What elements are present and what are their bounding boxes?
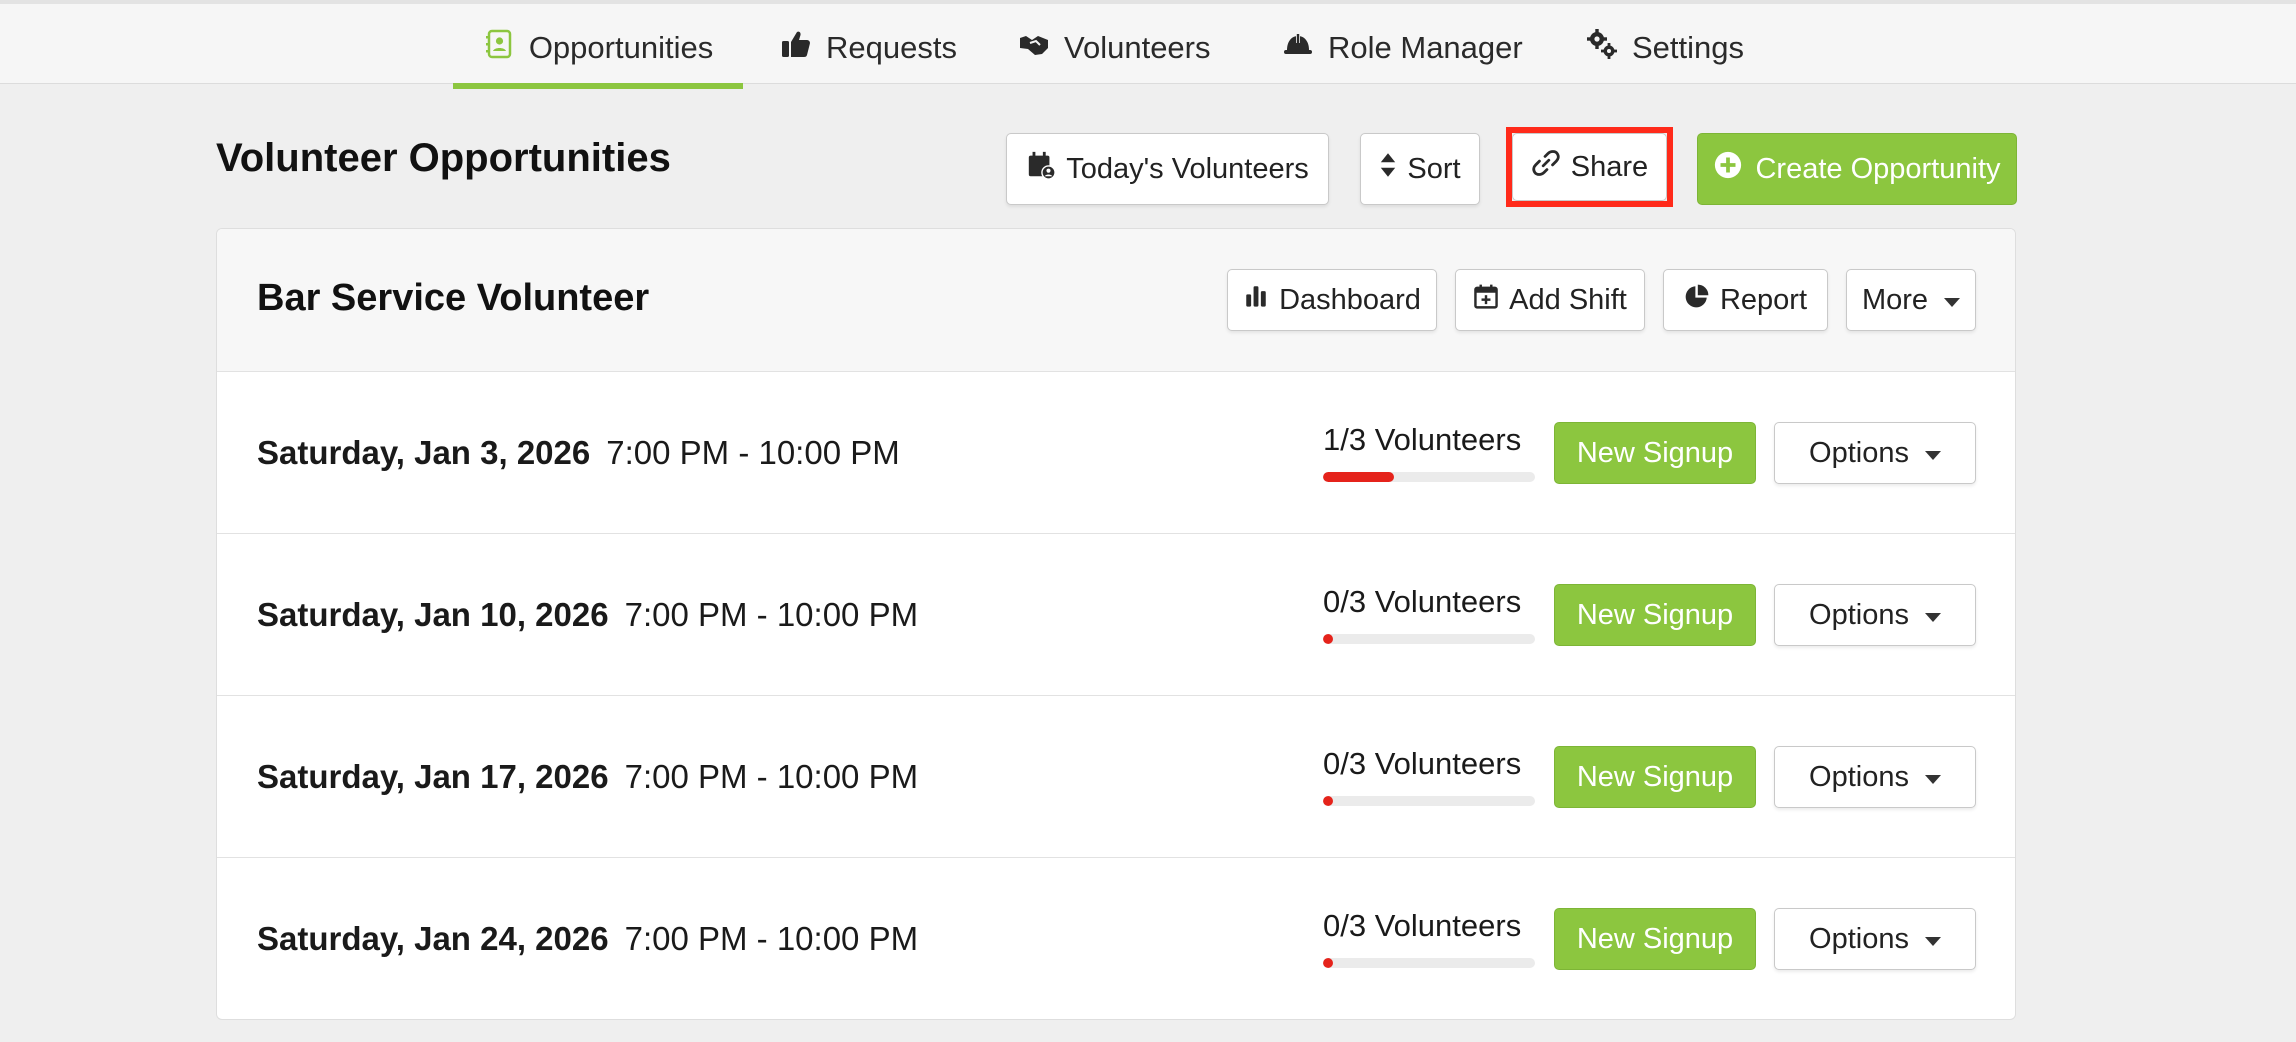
- volunteer-count: 1/3 Volunteers: [1323, 422, 1522, 457]
- shift-time: 7:00 PM - 10:00 PM: [606, 434, 900, 471]
- volunteer-progress-fill: [1323, 472, 1394, 482]
- volunteer-progress-bar: [1323, 796, 1535, 806]
- new-signup-button[interactable]: New Signup: [1554, 746, 1756, 808]
- shift-time: 7:00 PM - 10:00 PM: [624, 758, 919, 795]
- bar-chart-icon: [1243, 283, 1269, 317]
- tab-volunteers-label: Volunteers: [1064, 30, 1211, 65]
- caret-down-icon: [1924, 774, 1941, 784]
- shift-time: 7:00 PM - 10:00 PM: [624, 920, 919, 957]
- more-label: More: [1861, 283, 1929, 316]
- add-shift-button[interactable]: Add Shift: [1455, 269, 1645, 331]
- opportunity-card-header: Bar Service Volunteer Dashboard Add Shif…: [217, 229, 2015, 372]
- new-signup-button[interactable]: New Signup: [1554, 422, 1756, 484]
- options-button[interactable]: Options: [1774, 908, 1976, 970]
- opportunity-title: Bar Service Volunteer: [257, 277, 650, 319]
- shift-datetime: Saturday, Jan 24, 2026 7:00 PM - 10:00 P…: [257, 858, 919, 1019]
- sort-label: Sort: [1407, 152, 1461, 185]
- calendar-user-icon: [1026, 150, 1056, 188]
- thumbs-up-icon: [780, 28, 812, 68]
- shift-date: Saturday, Jan 17, 2026: [257, 758, 609, 795]
- shift-row: Saturday, Jan 24, 2026 7:00 PM - 10:00 P…: [217, 858, 2015, 1019]
- handshake-icon: [1018, 28, 1050, 68]
- new-signup-button[interactable]: New Signup: [1554, 908, 1756, 970]
- tab-volunteers[interactable]: Volunteers: [986, 8, 1243, 88]
- options-button[interactable]: Options: [1774, 584, 1976, 646]
- calendar-plus-icon: [1473, 283, 1499, 317]
- add-shift-label: Add Shift: [1509, 283, 1627, 316]
- more-button[interactable]: More: [1846, 269, 1976, 331]
- options-label: Options: [1809, 922, 1909, 955]
- gears-icon: [1586, 28, 1618, 68]
- options-label: Options: [1809, 760, 1909, 793]
- plus-circle-icon: [1713, 150, 1743, 188]
- volunteer-count: 0/3 Volunteers: [1323, 746, 1522, 781]
- volunteer-progress-bar: [1323, 472, 1535, 482]
- pie-chart-icon: [1684, 283, 1710, 317]
- sort-icon: [1379, 150, 1397, 188]
- create-opportunity-button[interactable]: Create Opportunity: [1697, 133, 2017, 205]
- options-button[interactable]: Options: [1774, 422, 1976, 484]
- contact-book-icon: [483, 28, 515, 68]
- options-button[interactable]: Options: [1774, 746, 1976, 808]
- todays-volunteers-label: Today's Volunteers: [1066, 152, 1309, 185]
- volunteer-progress-bar: [1323, 634, 1535, 644]
- new-signup-button[interactable]: New Signup: [1554, 584, 1756, 646]
- volunteer-count: 0/3 Volunteers: [1323, 584, 1522, 619]
- shift-row: Saturday, Jan 17, 2026 7:00 PM - 10:00 P…: [217, 696, 2015, 858]
- new-signup-label: New Signup: [1576, 922, 1734, 955]
- shift-date: Saturday, Jan 3, 2026: [257, 434, 591, 471]
- caret-down-icon: [1924, 612, 1941, 622]
- top-nav: Opportunities Requests Volunteers Role M…: [0, 0, 2296, 89]
- tab-settings[interactable]: Settings: [1554, 8, 1776, 88]
- tab-role-manager[interactable]: Role Manager: [1250, 8, 1555, 88]
- shift-row: Saturday, Jan 10, 2026 7:00 PM - 10:00 P…: [217, 534, 2015, 696]
- caret-down-icon: [1924, 936, 1941, 946]
- opportunity-card: Bar Service Volunteer Dashboard Add Shif…: [216, 228, 2016, 1020]
- create-opportunity-label: Create Opportunity: [1755, 152, 2001, 185]
- tab-role-manager-label: Role Manager: [1328, 30, 1523, 65]
- report-button[interactable]: Report: [1663, 269, 1828, 331]
- dashboard-button[interactable]: Dashboard: [1227, 269, 1437, 331]
- volunteer-progress-fill: [1323, 634, 1333, 644]
- shift-date: Saturday, Jan 24, 2026: [257, 920, 609, 957]
- tab-opportunities[interactable]: Opportunities: [453, 8, 743, 89]
- shift-row: Saturday, Jan 3, 2026 7:00 PM - 10:00 PM…: [217, 372, 2015, 534]
- hard-hat-icon: [1282, 28, 1314, 68]
- volunteer-progress-bar: [1323, 958, 1535, 968]
- volunteer-progress-fill: [1323, 796, 1333, 806]
- shift-datetime: Saturday, Jan 3, 2026 7:00 PM - 10:00 PM: [257, 372, 900, 534]
- new-signup-label: New Signup: [1576, 598, 1734, 631]
- shift-time: 7:00 PM - 10:00 PM: [624, 596, 919, 633]
- shift-datetime: Saturday, Jan 17, 2026 7:00 PM - 10:00 P…: [257, 696, 918, 858]
- page-title: Volunteer Opportunities: [216, 136, 671, 180]
- dashboard-label: Dashboard: [1279, 283, 1421, 316]
- tab-requests-label: Requests: [826, 30, 957, 65]
- volunteer-progress-fill: [1323, 958, 1333, 968]
- caret-down-icon: [1924, 450, 1941, 460]
- options-label: Options: [1809, 598, 1909, 631]
- tab-settings-label: Settings: [1632, 30, 1745, 65]
- todays-volunteers-button[interactable]: Today's Volunteers: [1006, 133, 1329, 205]
- tab-opportunities-label: Opportunities: [528, 30, 714, 65]
- share-highlight-box: [1506, 127, 1673, 207]
- report-label: Report: [1719, 283, 1808, 316]
- caret-down-icon: [1944, 297, 1961, 307]
- tab-requests[interactable]: Requests: [748, 8, 989, 88]
- shift-date: Saturday, Jan 10, 2026: [257, 596, 609, 633]
- shift-datetime: Saturday, Jan 10, 2026 7:00 PM - 10:00 P…: [257, 534, 918, 696]
- new-signup-label: New Signup: [1576, 436, 1734, 469]
- options-label: Options: [1809, 436, 1909, 469]
- volunteer-count: 0/3 Volunteers: [1323, 908, 1522, 943]
- new-signup-label: New Signup: [1576, 760, 1734, 793]
- sort-button[interactable]: Sort: [1360, 133, 1480, 205]
